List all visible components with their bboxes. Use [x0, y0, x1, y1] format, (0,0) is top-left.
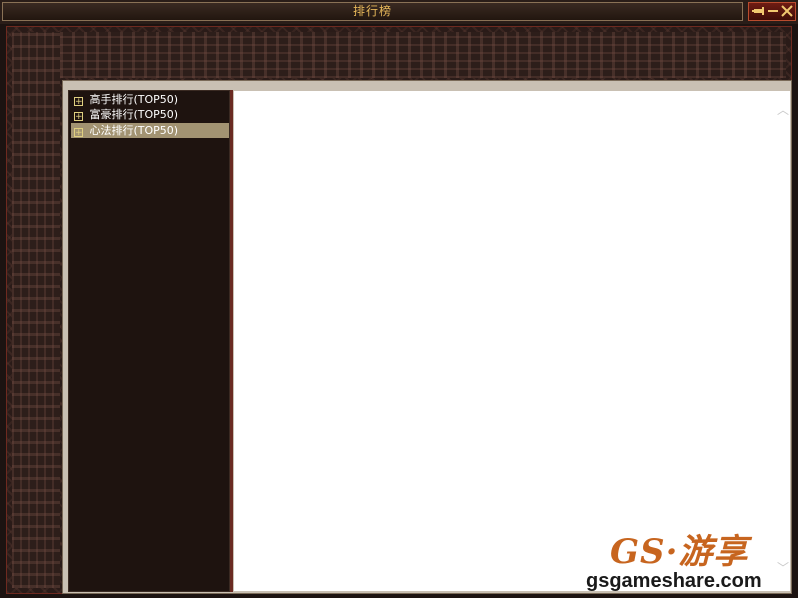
ranking-window: 排行榜 + 高手排行(TOP50) + 富豪排行(TOP50) + 心法排行(T… [0, 0, 798, 598]
minimize-icon[interactable] [766, 4, 780, 18]
close-glyph [781, 5, 793, 17]
watermark-logo: GS·游享 [610, 532, 749, 572]
window-controls [748, 2, 796, 21]
watermark: GS·游享 gsgameshare.com [586, 524, 794, 594]
expand-plus-icon[interactable]: + [74, 128, 83, 138]
expand-plus-icon[interactable]: + [74, 112, 83, 122]
tree-item-label: 高手排行(TOP50) [89, 93, 179, 106]
ranking-detail-panel: ︿ ﹀ [234, 91, 790, 591]
tree-item-heart-method[interactable]: + 心法排行(TOP50) [71, 123, 229, 138]
close-icon[interactable] [780, 4, 794, 18]
expand-plus-icon[interactable]: + [74, 97, 83, 107]
ornamental-band-top [12, 32, 786, 78]
pin-icon[interactable] [752, 4, 766, 18]
ranking-tree[interactable]: + 高手排行(TOP50) + 富豪排行(TOP50) + 心法排行(TOP50… [68, 90, 230, 592]
panel-divider[interactable] [230, 90, 233, 592]
tree-item-masters[interactable]: + 高手排行(TOP50) [71, 92, 229, 107]
tree-item-wealth[interactable]: + 富豪排行(TOP50) [71, 107, 229, 122]
watermark-url: gsgameshare.com [586, 570, 762, 592]
title-frame: 排行榜 [2, 2, 743, 21]
tree-item-label: 心法排行(TOP50) [89, 124, 179, 137]
scroll-up-icon[interactable]: ︿ [776, 103, 790, 117]
minimize-glyph [768, 10, 778, 12]
pin-glyph [752, 7, 764, 15]
ornamental-band-left [12, 32, 60, 588]
window-title: 排行榜 [352, 4, 392, 18]
tree-item-label: 富豪排行(TOP50) [89, 108, 179, 121]
title-bar[interactable]: 排行榜 [0, 0, 798, 24]
